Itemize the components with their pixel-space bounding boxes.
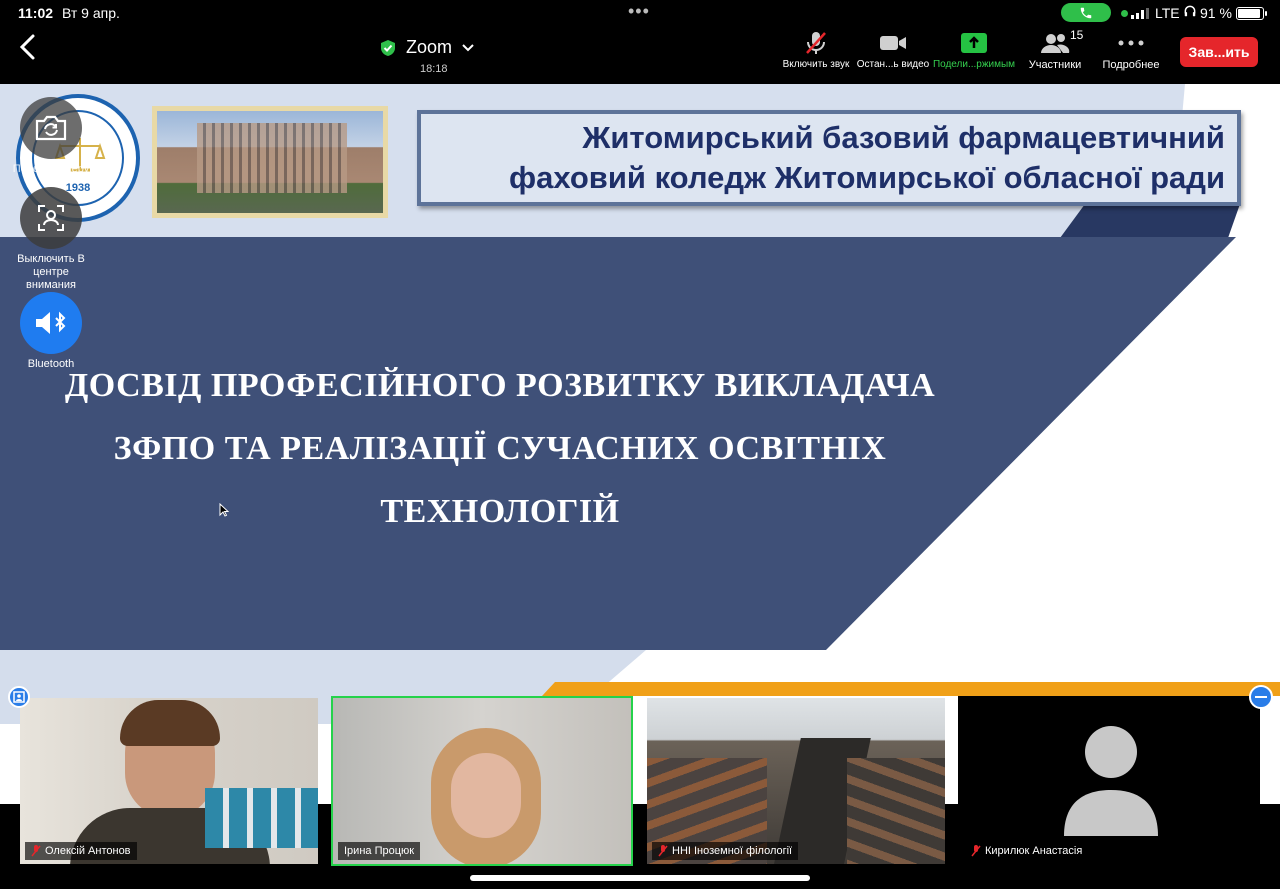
participant-strip: Олексій Антонов Ірина Процюк ННІ Іноземн… <box>0 696 1280 870</box>
video-tile-active-speaker[interactable]: Ірина Процюк <box>331 696 633 866</box>
toolbar-label: Участники <box>1028 59 1082 71</box>
gallery-view-icon[interactable] <box>8 686 30 708</box>
audio-output-button[interactable]: Bluetooth <box>19 292 83 371</box>
college-name-box: Житомирський базовий фармацевтичний фахо… <box>417 110 1241 206</box>
slide-title-line3: ТЕХНОЛОГІЙ <box>380 493 620 530</box>
status-date: Вт 9 апр. <box>62 5 120 21</box>
meeting-timer: 18:18 <box>420 63 448 75</box>
spotlight-label: Выключить В центре внимания <box>17 253 85 291</box>
minimize-strip-icon[interactable] <box>1249 685 1273 709</box>
toolbar-label: Остан...ь видео <box>856 59 930 70</box>
call-indicator[interactable] <box>1061 3 1111 22</box>
end-meeting-button[interactable]: Зав...ить <box>1180 37 1258 67</box>
toolbar-label: Подели...ржимым <box>932 59 1016 70</box>
participant-name-tag: Олексій Антонов <box>25 842 137 860</box>
participant-name: Олексій Антонов <box>45 845 131 857</box>
avatar-placeholder-icon <box>1064 726 1158 836</box>
college-name-line2: фаховий коледж Житомирської обласної рад… <box>509 160 1225 195</box>
headphones-icon <box>1183 4 1197 21</box>
switch-camera-icon <box>35 115 67 141</box>
back-chevron-icon[interactable] <box>16 32 40 62</box>
toolbar-label: Подробнее <box>1102 59 1160 71</box>
status-time: 11:02 <box>18 5 54 21</box>
privacy-dot <box>1121 10 1128 17</box>
unmute-button[interactable]: Включить звук <box>779 30 853 70</box>
chevron-down-icon <box>462 43 474 51</box>
slide-title-line1: ДОСВІД ПРОФЕСІЙНОГО РОЗВИТКУ ВИКЛАДАЧА <box>64 367 936 404</box>
meeting-title[interactable]: Zoom <box>380 37 474 58</box>
more-button[interactable]: Подробнее <box>1096 30 1166 71</box>
audio-output-label: Bluetooth <box>27 358 75 370</box>
network-type: LTE <box>1155 5 1180 21</box>
status-bar: 11:02 Вт 9 апр. ••• LTE 91 % <box>0 0 1280 26</box>
mic-off-icon <box>806 32 826 54</box>
stop-video-button[interactable]: Остан...ь видео <box>856 30 930 70</box>
zoom-top-bar: Zoom 18:18 Включить звук Остан...ь видео… <box>0 26 1280 82</box>
college-building-photo <box>152 106 388 218</box>
slide-title-line2: ЗФПО ТА РЕАЛІЗАЦІЇ СУЧАСНИХ ОСВІТНІХ <box>113 430 887 467</box>
participants-button[interactable]: 15 Участники <box>1022 28 1088 71</box>
mic-off-icon <box>658 845 668 857</box>
participant-name-tag: Ірина Процюк <box>338 842 421 860</box>
mouse-cursor-icon <box>219 503 229 517</box>
signal-icon <box>1131 8 1149 19</box>
video-tile[interactable]: Олексій Антонов <box>18 696 320 866</box>
participant-name-tag: Кирилюк Анастасія <box>965 842 1089 860</box>
mic-off-icon <box>971 845 981 857</box>
battery-icon <box>1236 7 1267 20</box>
participants-count: 15 <box>1070 28 1084 42</box>
shield-check-icon <box>381 39 395 56</box>
spotlight-off-button[interactable]: Выключить В центре внимания <box>14 187 88 292</box>
share-content-button[interactable]: Подели...ржимым <box>931 30 1017 70</box>
video-camera-icon <box>880 36 906 50</box>
college-name-line1: Житомирський базовий фармацевтичний <box>582 120 1225 155</box>
spotlight-icon <box>38 205 64 231</box>
share-screen-icon <box>961 33 987 53</box>
multitask-dots-icon[interactable]: ••• <box>628 1 650 22</box>
app-name: Zoom <box>406 37 453 57</box>
phone-icon <box>1080 7 1092 18</box>
participant-name-tag: ННІ Іноземної філології <box>652 842 799 860</box>
battery-percent: 91 % <box>1200 5 1232 21</box>
toolbar-label: Включить звук <box>782 59 850 70</box>
more-dots-icon <box>1118 40 1144 46</box>
participants-icon <box>1041 34 1070 53</box>
participant-name: ННІ Іноземної філології <box>672 845 793 857</box>
switch-camera-label: Перек...камеру <box>12 163 90 175</box>
switch-camera-button[interactable]: Перек...камеру <box>13 97 89 176</box>
home-indicator[interactable] <box>470 875 810 881</box>
video-tile[interactable]: Кирилюк Анастасія <box>958 696 1260 866</box>
participant-name: Ірина Процюк <box>344 845 415 857</box>
video-tile[interactable]: ННІ Іноземної філології <box>645 696 947 866</box>
speaker-bluetooth-icon <box>36 311 66 334</box>
participant-name: Кирилюк Анастасія <box>985 845 1083 857</box>
mic-off-icon <box>31 845 41 857</box>
slide-title: ДОСВІД ПРОФЕСІЙНОГО РОЗВИТКУ ВИКЛАДАЧА З… <box>0 354 1000 543</box>
